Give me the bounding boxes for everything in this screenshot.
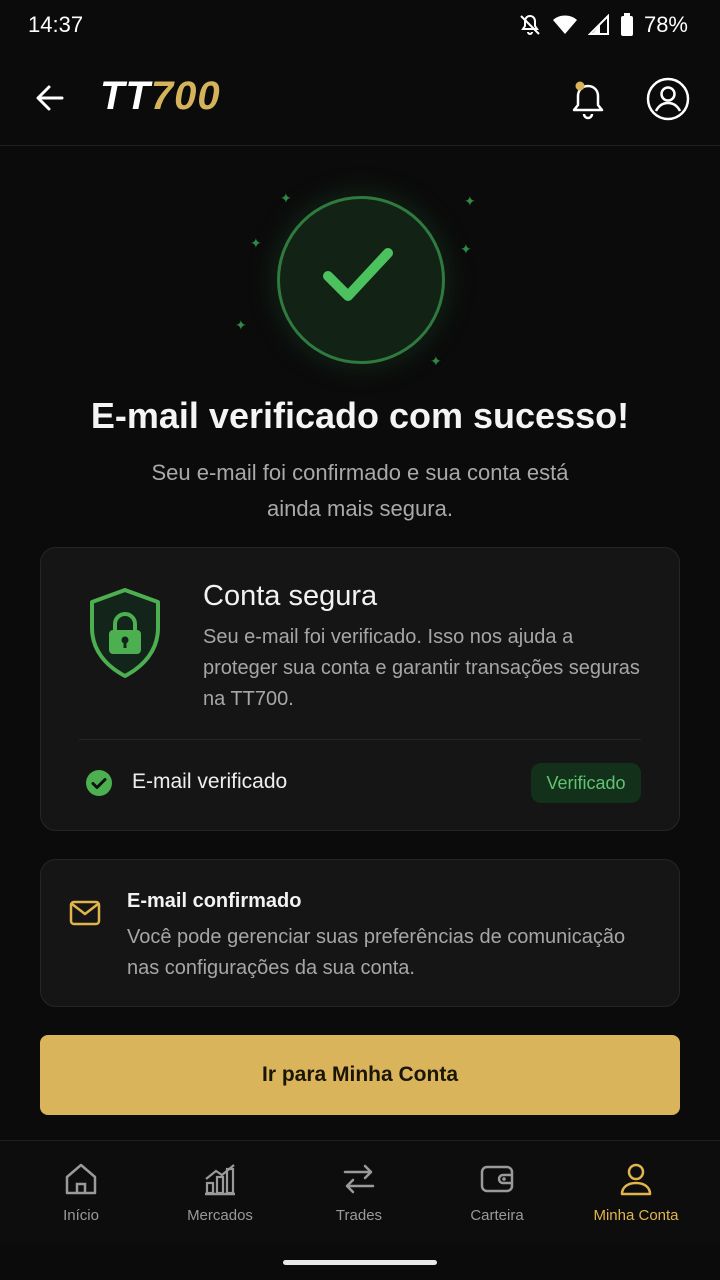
shield-lock-icon bbox=[90, 588, 160, 678]
page-subtitle: Seu e-mail foi confirmado e sua conta es… bbox=[151, 460, 569, 521]
nav-label: Carteira bbox=[470, 1207, 524, 1224]
sparkle-icon: ✦ bbox=[250, 235, 262, 251]
go-to-account-button[interactable]: Ir para Minha Conta bbox=[40, 1035, 680, 1115]
page-title: E-mail verificado com sucesso! bbox=[90, 395, 630, 436]
divider bbox=[79, 739, 641, 740]
nav-item-trades[interactable]: Trades bbox=[289, 1141, 429, 1245]
nav-label: Trades bbox=[335, 1207, 383, 1224]
success-badge bbox=[277, 196, 445, 364]
sparkle-icon: ✦ bbox=[460, 241, 472, 257]
battery-level: 78% bbox=[643, 12, 688, 37]
status-icons: 78% bbox=[518, 12, 688, 38]
email-confirmed-card: E-mail confirmado Você pode gerenciar su… bbox=[40, 859, 680, 1007]
status-bar: 14:37 78% bbox=[0, 0, 720, 50]
nav-label: Minha Conta bbox=[593, 1207, 679, 1224]
secure-card-title: Conta segura bbox=[203, 580, 378, 612]
sparkle-icon: ✦ bbox=[280, 190, 292, 206]
nav-item-mercados[interactable]: Mercados bbox=[150, 1141, 290, 1245]
nav-item-minha-conta[interactable]: Minha Conta bbox=[566, 1141, 706, 1245]
mute-bell-icon bbox=[520, 14, 540, 35]
sparkle-icon: ✦ bbox=[464, 193, 476, 209]
swap-icon bbox=[343, 1164, 375, 1194]
user-icon bbox=[620, 1163, 652, 1196]
sparkle-icon: ✦ bbox=[235, 317, 247, 333]
account-button[interactable] bbox=[645, 76, 691, 122]
chart-icon bbox=[205, 1164, 235, 1196]
mail-icon bbox=[69, 900, 101, 926]
nav-label: Início bbox=[63, 1207, 99, 1224]
sparkle-icon: ✦ bbox=[430, 353, 442, 369]
checkmark-icon bbox=[323, 248, 393, 301]
battery-icon bbox=[620, 13, 633, 36]
nav-item-inicio[interactable]: Início bbox=[11, 1141, 151, 1245]
email-card-title: E-mail confirmado bbox=[127, 890, 302, 912]
bell-icon bbox=[572, 81, 604, 120]
account-icon bbox=[646, 77, 690, 121]
status-badge: Verificado bbox=[531, 763, 641, 803]
app-header: TT700 bbox=[0, 50, 720, 146]
check-circle-icon bbox=[86, 770, 112, 796]
secure-account-card: Conta segura Seu e-mail foi verificado. … bbox=[40, 547, 680, 831]
signal-icon bbox=[587, 14, 609, 35]
home-icon bbox=[65, 1163, 97, 1195]
notifications-button[interactable] bbox=[568, 78, 608, 122]
wifi-icon bbox=[552, 15, 577, 34]
logo-text-white: TT bbox=[100, 74, 151, 118]
success-hero: ✦ ✦ ✦ ✦ ✦ ✦ bbox=[0, 185, 720, 375]
back-button[interactable] bbox=[30, 78, 70, 118]
app-logo: TT700 bbox=[100, 74, 221, 119]
back-arrow-icon bbox=[36, 85, 64, 111]
nav-item-carteira[interactable]: Carteira bbox=[427, 1141, 567, 1245]
home-indicator[interactable] bbox=[283, 1260, 437, 1265]
secure-card-description: Seu e-mail foi verificado. Isso nos ajud… bbox=[203, 626, 640, 710]
logo-text-gold: 700 bbox=[150, 74, 221, 118]
status-time: 14:37 bbox=[28, 12, 84, 37]
nav-label: Mercados bbox=[187, 1207, 253, 1224]
verification-status-label: E-mail verificado bbox=[132, 770, 288, 793]
bottom-nav: Início Mercados Trades Carteira Minha Co… bbox=[0, 1140, 720, 1244]
email-card-description: Você pode gerenciar suas preferências de… bbox=[127, 926, 626, 979]
wallet-icon bbox=[480, 1165, 514, 1193]
